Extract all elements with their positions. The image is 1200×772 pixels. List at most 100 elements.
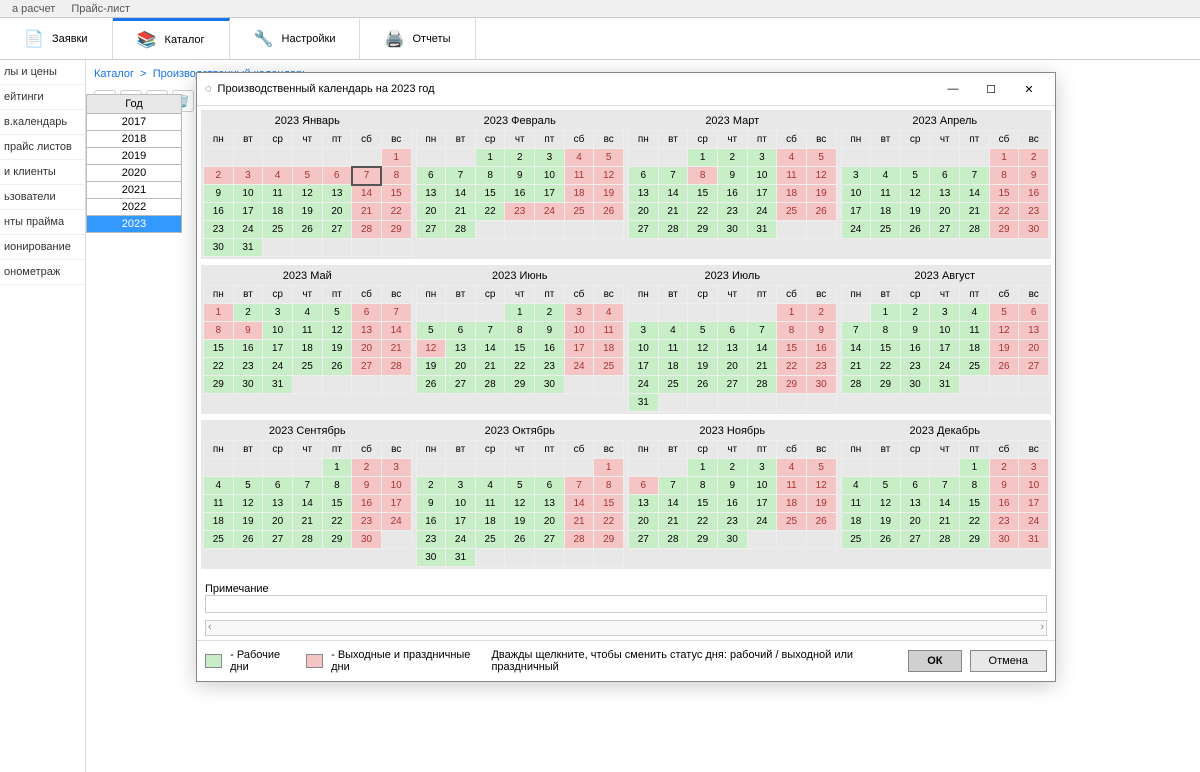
day-cell[interactable]: 17 — [381, 495, 411, 513]
day-cell[interactable]: 10 — [564, 322, 594, 340]
day-cell[interactable]: 11 — [263, 185, 293, 203]
day-cell[interactable]: 10 — [535, 167, 565, 185]
day-cell[interactable]: 22 — [960, 513, 990, 531]
sidebar-item[interactable]: прайс листов — [0, 135, 85, 160]
day-cell[interactable]: 24 — [381, 513, 411, 531]
day-cell[interactable]: 21 — [658, 513, 688, 531]
day-cell[interactable]: 3 — [747, 149, 777, 167]
day-cell[interactable]: 4 — [777, 149, 807, 167]
day-cell[interactable]: 20 — [930, 203, 960, 221]
day-cell[interactable]: 30 — [352, 531, 382, 549]
day-cell[interactable]: 9 — [352, 477, 382, 495]
day-cell[interactable]: 30 — [416, 549, 446, 567]
day-cell[interactable]: 27 — [446, 376, 476, 394]
day-cell[interactable]: 21 — [381, 340, 411, 358]
day-cell[interactable]: 6 — [1019, 304, 1049, 322]
day-cell[interactable]: 25 — [204, 531, 234, 549]
day-cell[interactable]: 18 — [841, 513, 871, 531]
day-cell[interactable]: 8 — [322, 477, 352, 495]
day-cell[interactable]: 14 — [475, 340, 505, 358]
day-cell[interactable]: 26 — [322, 358, 352, 376]
day-cell[interactable]: 4 — [475, 477, 505, 495]
day-cell[interactable]: 25 — [475, 531, 505, 549]
day-cell[interactable]: 7 — [475, 322, 505, 340]
day-cell[interactable]: 6 — [446, 322, 476, 340]
day-cell[interactable]: 5 — [292, 167, 322, 185]
day-cell[interactable]: 12 — [806, 477, 836, 495]
day-cell[interactable]: 24 — [747, 513, 777, 531]
day-cell[interactable]: 9 — [233, 322, 263, 340]
day-cell[interactable]: 13 — [900, 495, 930, 513]
day-cell[interactable]: 6 — [900, 477, 930, 495]
day-cell[interactable]: 28 — [292, 531, 322, 549]
day-cell[interactable]: 3 — [535, 149, 565, 167]
day-cell[interactable]: 13 — [535, 495, 565, 513]
day-cell[interactable]: 16 — [717, 185, 747, 203]
day-cell[interactable]: 3 — [263, 304, 293, 322]
day-cell[interactable]: 12 — [900, 185, 930, 203]
day-cell[interactable]: 22 — [688, 203, 718, 221]
day-cell[interactable]: 22 — [594, 513, 624, 531]
sidebar-item[interactable]: ьзователи — [0, 185, 85, 210]
day-cell[interactable]: 23 — [989, 513, 1019, 531]
day-cell[interactable]: 25 — [594, 358, 624, 376]
day-cell[interactable]: 28 — [658, 221, 688, 239]
day-cell[interactable]: 8 — [688, 167, 718, 185]
day-cell[interactable]: 12 — [416, 340, 446, 358]
day-cell[interactable]: 31 — [233, 239, 263, 257]
day-cell[interactable]: 27 — [629, 221, 659, 239]
day-cell[interactable]: 28 — [475, 376, 505, 394]
day-cell[interactable]: 23 — [717, 513, 747, 531]
day-cell[interactable]: 18 — [960, 340, 990, 358]
day-cell[interactable]: 18 — [594, 340, 624, 358]
top-tab[interactable]: Прайс-лист — [63, 1, 138, 17]
day-cell[interactable]: 3 — [747, 459, 777, 477]
day-cell[interactable]: 14 — [292, 495, 322, 513]
day-cell[interactable]: 9 — [717, 477, 747, 495]
main-tab-Отчеты[interactable]: Отчеты — [360, 18, 475, 59]
day-cell[interactable]: 29 — [204, 376, 234, 394]
day-cell[interactable]: 31 — [1019, 531, 1049, 549]
day-cell[interactable]: 26 — [594, 203, 624, 221]
day-cell[interactable]: 4 — [564, 149, 594, 167]
day-cell[interactable]: 16 — [505, 185, 535, 203]
day-cell[interactable]: 3 — [446, 477, 476, 495]
day-cell[interactable]: 25 — [871, 221, 901, 239]
day-cell[interactable]: 10 — [747, 167, 777, 185]
day-cell[interactable]: 20 — [416, 203, 446, 221]
day-cell[interactable]: 5 — [416, 322, 446, 340]
day-cell[interactable]: 10 — [930, 322, 960, 340]
day-cell[interactable]: 14 — [564, 495, 594, 513]
day-cell[interactable]: 8 — [960, 477, 990, 495]
day-cell[interactable]: 21 — [841, 358, 871, 376]
day-cell[interactable]: 28 — [747, 376, 777, 394]
day-cell[interactable]: 26 — [233, 531, 263, 549]
day-cell[interactable]: 22 — [381, 203, 411, 221]
day-cell[interactable]: 1 — [322, 459, 352, 477]
day-cell[interactable]: 2 — [900, 304, 930, 322]
day-cell[interactable]: 13 — [1019, 322, 1049, 340]
day-cell[interactable]: 16 — [989, 495, 1019, 513]
day-cell[interactable]: 1 — [204, 304, 234, 322]
day-cell[interactable]: 21 — [658, 203, 688, 221]
day-cell[interactable]: 21 — [960, 203, 990, 221]
day-cell[interactable]: 2 — [806, 304, 836, 322]
day-cell[interactable]: 7 — [930, 477, 960, 495]
day-cell[interactable]: 6 — [717, 322, 747, 340]
day-cell[interactable]: 18 — [292, 340, 322, 358]
day-cell[interactable]: 21 — [747, 358, 777, 376]
day-cell[interactable]: 18 — [777, 185, 807, 203]
day-cell[interactable]: 11 — [777, 167, 807, 185]
day-cell[interactable]: 22 — [989, 203, 1019, 221]
day-cell[interactable]: 24 — [564, 358, 594, 376]
day-cell[interactable]: 31 — [263, 376, 293, 394]
day-cell[interactable]: 16 — [204, 203, 234, 221]
day-cell[interactable]: 30 — [204, 239, 234, 257]
day-cell[interactable]: 14 — [658, 495, 688, 513]
day-cell[interactable]: 15 — [322, 495, 352, 513]
day-cell[interactable]: 28 — [658, 531, 688, 549]
maximize-button[interactable]: ☐ — [973, 79, 1009, 99]
day-cell[interactable]: 17 — [233, 203, 263, 221]
day-cell[interactable]: 18 — [871, 203, 901, 221]
day-cell[interactable]: 1 — [871, 304, 901, 322]
